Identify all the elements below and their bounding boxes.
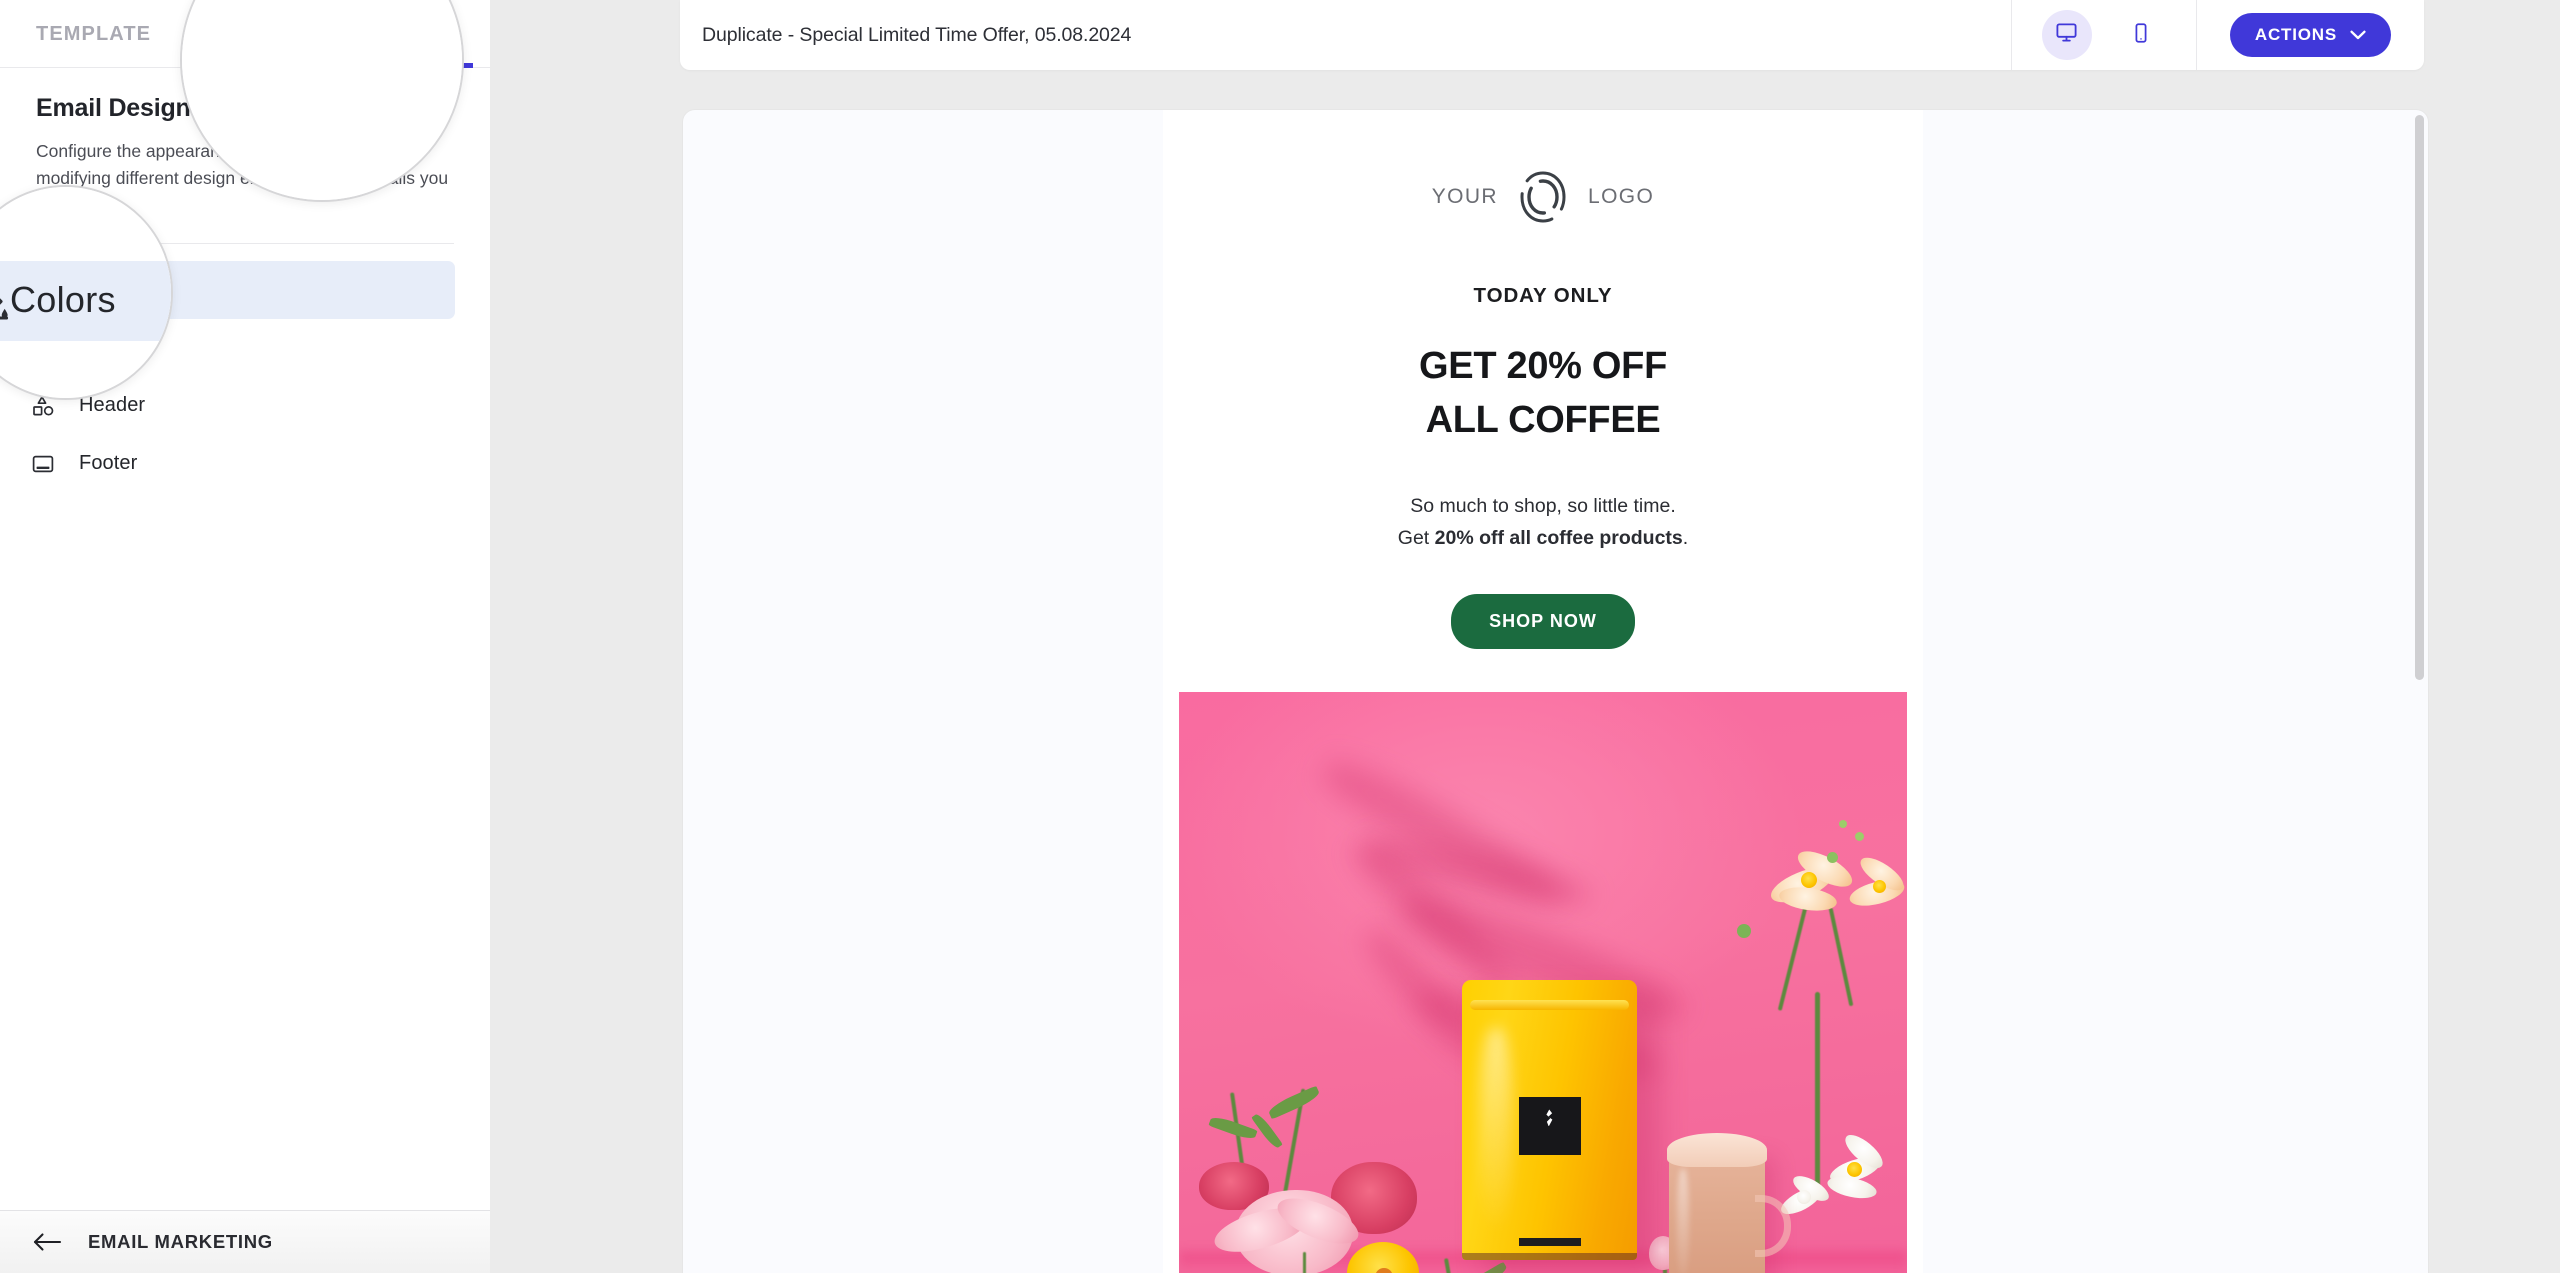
email-body-suffix: . [1682,526,1689,549]
magnifier-colors-item: Colors [0,185,173,400]
email-body-line2: Get 20% off all coffee products. [1163,523,1923,555]
device-preview-toggle [2012,0,2196,70]
email-body-prefix: Get [1397,526,1435,549]
document-title: Duplicate - Special Limited Time Offer, … [702,23,1132,46]
product-latte-glass [1667,1133,1791,1273]
logo-text-left: YOUR [1431,185,1498,208]
tab-template[interactable]: TEMPLATE [36,0,151,68]
shop-now-button[interactable]: SHOP NOW [1451,594,1635,650]
email-preview-panel: YOUR LOGO TODAY ONLY GET 20% OFF ALL COF… [683,110,2428,1273]
tab-template-label: TEMPLATE [36,22,152,45]
email-body-bold: 20% off all coffee products [1434,526,1683,549]
email-hero-image [1179,692,1907,1273]
app-root: TEMPLATE CONTENT DESIGN Email Design Con… [0,0,2560,1273]
actions-button-label: ACTIONS [2254,25,2337,44]
email-logo: YOUR LOGO [1163,162,1923,232]
editor-topbar: Duplicate - Special Limited Time Offer, … [680,0,2424,70]
email-headline: GET 20% OFF ALL COFFEE [1163,340,1923,448]
email-eyebrow: TODAY ONLY [1473,284,1613,307]
smartphone-icon [2131,22,2151,49]
product-pouch [1462,980,1637,1261]
actions-area: ACTIONS [2197,13,2424,57]
mobile-view-button[interactable] [2116,10,2166,60]
email-body-line1: So much to shop, so little time. [1410,494,1676,517]
logo-text-right: LOGO [1587,185,1655,208]
footer-layout-icon [30,451,56,477]
back-to-email-marketing[interactable]: EMAIL MARKETING [0,1210,490,1273]
sidebar-item-footer-label: Footer [79,452,138,475]
actions-button[interactable]: ACTIONS [2229,13,2391,57]
email-cta-wrap: SHOP NOW [1163,594,1923,650]
preview-vertical-scrollbar[interactable] [2415,115,2424,680]
logo-mark-icon [1517,169,1569,225]
email-headline-line1: GET 20% OFF [1419,345,1667,387]
email-headline-line2: ALL COFFEE [1425,398,1661,441]
desktop-view-button[interactable] [2041,10,2092,60]
back-label: EMAIL MARKETING [88,1231,273,1252]
sidebar-item-footer[interactable]: Footer [0,435,455,493]
email-document: YOUR LOGO TODAY ONLY GET 20% OFF ALL COF… [1163,110,1923,1273]
arrow-left-icon [32,1231,62,1253]
monitor-icon [2055,21,2078,49]
magnifier-design-tab: DESIGN [180,0,464,202]
magnified-colors-label: Colors [10,279,116,320]
chevron-down-icon [2350,30,2366,40]
email-body: So much to shop, so little time. Get 20%… [1163,491,1923,555]
